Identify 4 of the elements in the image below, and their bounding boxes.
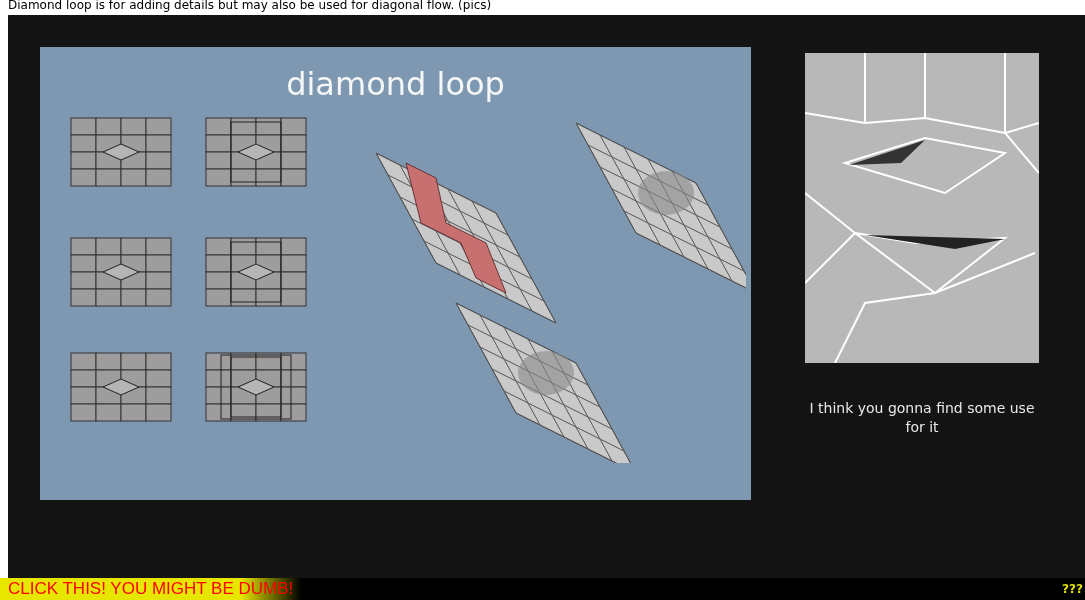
caption-text: I think you gonna find some use for it bbox=[808, 399, 1036, 437]
slide-title: diamond loop bbox=[286, 65, 505, 103]
intro-text: Diamond loop is for adding details but may also be used for diagonal flow. (pics) bbox=[7, 0, 493, 14]
question-marks-text: ??? bbox=[1062, 582, 1084, 596]
